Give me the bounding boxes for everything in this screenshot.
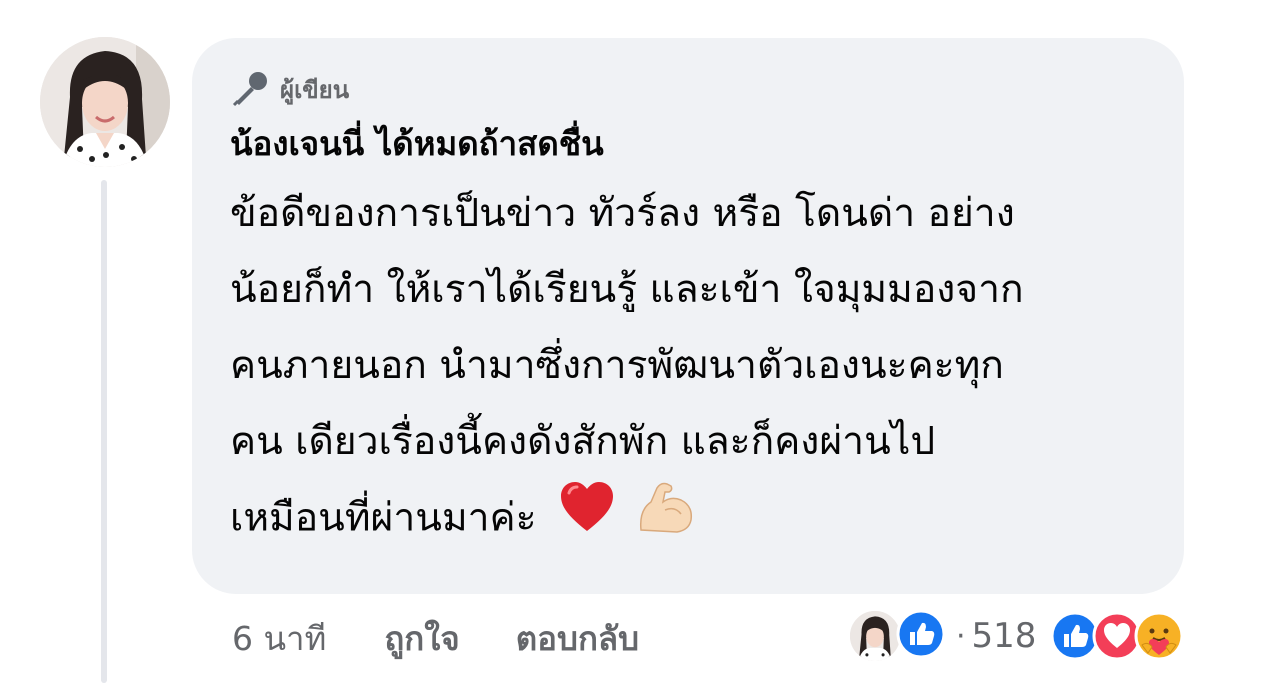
comment-timestamp[interactable]: 6 นาที [232,612,326,665]
like-button[interactable]: ถูกใจ [384,612,459,665]
microphone-icon [230,69,270,109]
reaction-count[interactable]: 518 [972,616,1037,656]
author-like-icon [896,609,946,663]
comment-text-line: น้อยก็ทำ ให้เราได้เรียนรู้ และเข้า ใจมุม… [230,267,1024,312]
comment-text-line: เหมือนที่ผ่านมาค่ะ [230,495,537,541]
commenter-avatar[interactable] [40,37,170,167]
thread-line [101,180,107,683]
comment-text-line: ข้อดีของการเป็นข่าว ทัวร์ลง หรือ โดนด่า … [230,191,1015,236]
comment-text-line-last: เหมือนที่ผ่านมาค่ะ [230,480,1150,560]
comment-text: ข้อดีของการเป็นข่าว ทัวร์ลง หรือ โดนด่า … [230,176,1150,560]
red-heart-emoji [559,481,615,559]
care-icon [1134,611,1184,661]
reaction-summary[interactable]: · 518 [848,607,1184,665]
comment-thread: ผู้เขียน น้องเจนนี่ ได้หมดถ้าสดชื่น ข้อด… [0,0,1280,683]
separator-dot: · [956,618,966,654]
author-name[interactable]: น้องเจนนี่ ได้หมดถ้าสดชื่น [230,122,1146,166]
comment-text-line: คนภายนอก นำมาซึ่งการพัฒนาตัวเองนะคะทุก [230,343,1004,388]
flexed-biceps-emoji [637,480,695,560]
reactor-avatar [848,609,902,663]
comment-actions: 6 นาที ถูกใจ ตอบกลับ [232,612,639,665]
author-badge-label: ผู้เขียน [280,75,350,104]
reaction-icons[interactable] [1050,611,1184,661]
comment-text-line: คน เดียวเรื่องนี้คงดังสักพัก และก็คงผ่าน… [230,419,936,464]
comment-bubble: ผู้เขียน น้องเจนนี่ ได้หมดถ้าสดชื่น ข้อด… [192,38,1184,594]
reply-button[interactable]: ตอบกลับ [516,612,639,665]
author-badge: ผู้เขียน [230,66,1146,112]
